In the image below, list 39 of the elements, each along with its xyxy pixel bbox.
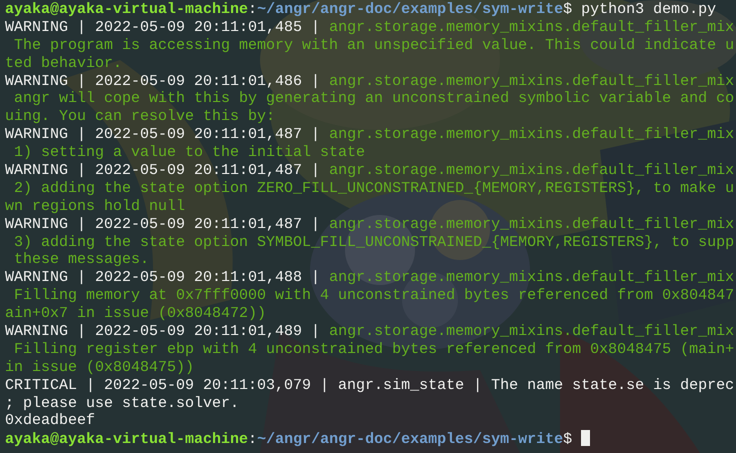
logger-name: angr.storage.memory_mixins.default_filler_mix <box>329 216 734 233</box>
logger-name: angr.storage.memory_mixins.default_filler_mix <box>329 18 734 36</box>
output-text: 0xdeadbeef <box>5 412 96 430</box>
log-header: WARNING | 2022-05-09 20:11:01,487 | <box>5 216 322 233</box>
log-message: in issue (0x8048475)) <box>5 358 194 376</box>
log-message: Filling register ebp with 4 unconstrained bytes referenced from 0x8048475 (main+ <box>13 340 734 358</box>
log-message: 1) setting a value to the initial state <box>13 144 366 162</box>
log-message: uing. You can resolve this by: <box>5 108 276 126</box>
prompt-path: ~/angr/angr-doc/examples/sym-write <box>257 431 564 448</box>
log-message: ; please use state.solver. <box>5 394 240 412</box>
log-message: angr will cope with this by generating an unconstrained symbolic variable and co <box>13 90 734 108</box>
prompt-user: ayaka@ayaka-virtual-machine <box>5 1 248 18</box>
log-message: The program is accessing memory with an unspecified value. This could indicate u <box>13 36 734 54</box>
log-message: wn regions hold null <box>5 198 186 215</box>
prompt-user: ayaka@ayaka-virtual-machine <box>5 431 248 448</box>
prompt-symbol: $ <box>563 1 572 18</box>
log-header: WARNING | 2022-05-09 20:11:01,488 | <box>5 269 322 286</box>
logger-name: angr.storage.memory_mixins.default_filler_mix <box>329 126 734 144</box>
prompt-path: ~/angr/angr-doc/examples/sym-write <box>257 1 564 18</box>
prompt-separator: : <box>248 1 258 18</box>
logger-name: angr.storage.memory_mixins.default_filler_mix <box>329 323 734 340</box>
logger-name: angr.storage.memory_mixins.default_filler_mix <box>329 162 734 180</box>
logger-name: angr.storage.memory_mixins.default_filler_mix <box>329 269 734 286</box>
prompt-separator: : <box>248 431 258 448</box>
log-header: WARNING | 2022-05-09 20:11:01,487 | <box>5 126 322 144</box>
prompt-symbol: $ <box>563 431 572 448</box>
log-header: WARNING | 2022-05-09 20:11:01,486 | <box>5 72 322 90</box>
log-header: WARNING | 2022-05-09 20:11:01,487 | <box>5 162 322 180</box>
log-message: ted behavior. <box>5 54 122 72</box>
log-message: 2) adding the state option ZERO_FILL_UNCONSTRAINED_{MEMORY,REGISTERS}, to make u <box>13 180 734 197</box>
log-message: Filling memory at 0x7fff0000 with 4 unconstrained bytes referenced from 0x804847 <box>13 287 734 304</box>
log-message: these messages. <box>13 251 150 268</box>
command-text: python3 demo.py <box>581 1 716 18</box>
log-header: CRITICAL | 2022-05-09 20:11:03,079 | angr.sim_state | The name state.se is deprec <box>5 376 734 394</box>
logger-name: angr.storage.memory_mixins.default_filler_mix <box>329 72 734 90</box>
log-header: WARNING | 2022-05-09 20:11:01,485 | <box>5 18 322 36</box>
log-header: WARNING | 2022-05-09 20:11:01,489 | <box>5 323 322 340</box>
log-message: 3) adding the state option SYMBOL_FILL_UNCONSTRAINED_{MEMORY,REGISTERS}, to supp <box>13 234 734 251</box>
log-message: ain+0x7 in issue (0x8048472)) <box>5 305 266 322</box>
